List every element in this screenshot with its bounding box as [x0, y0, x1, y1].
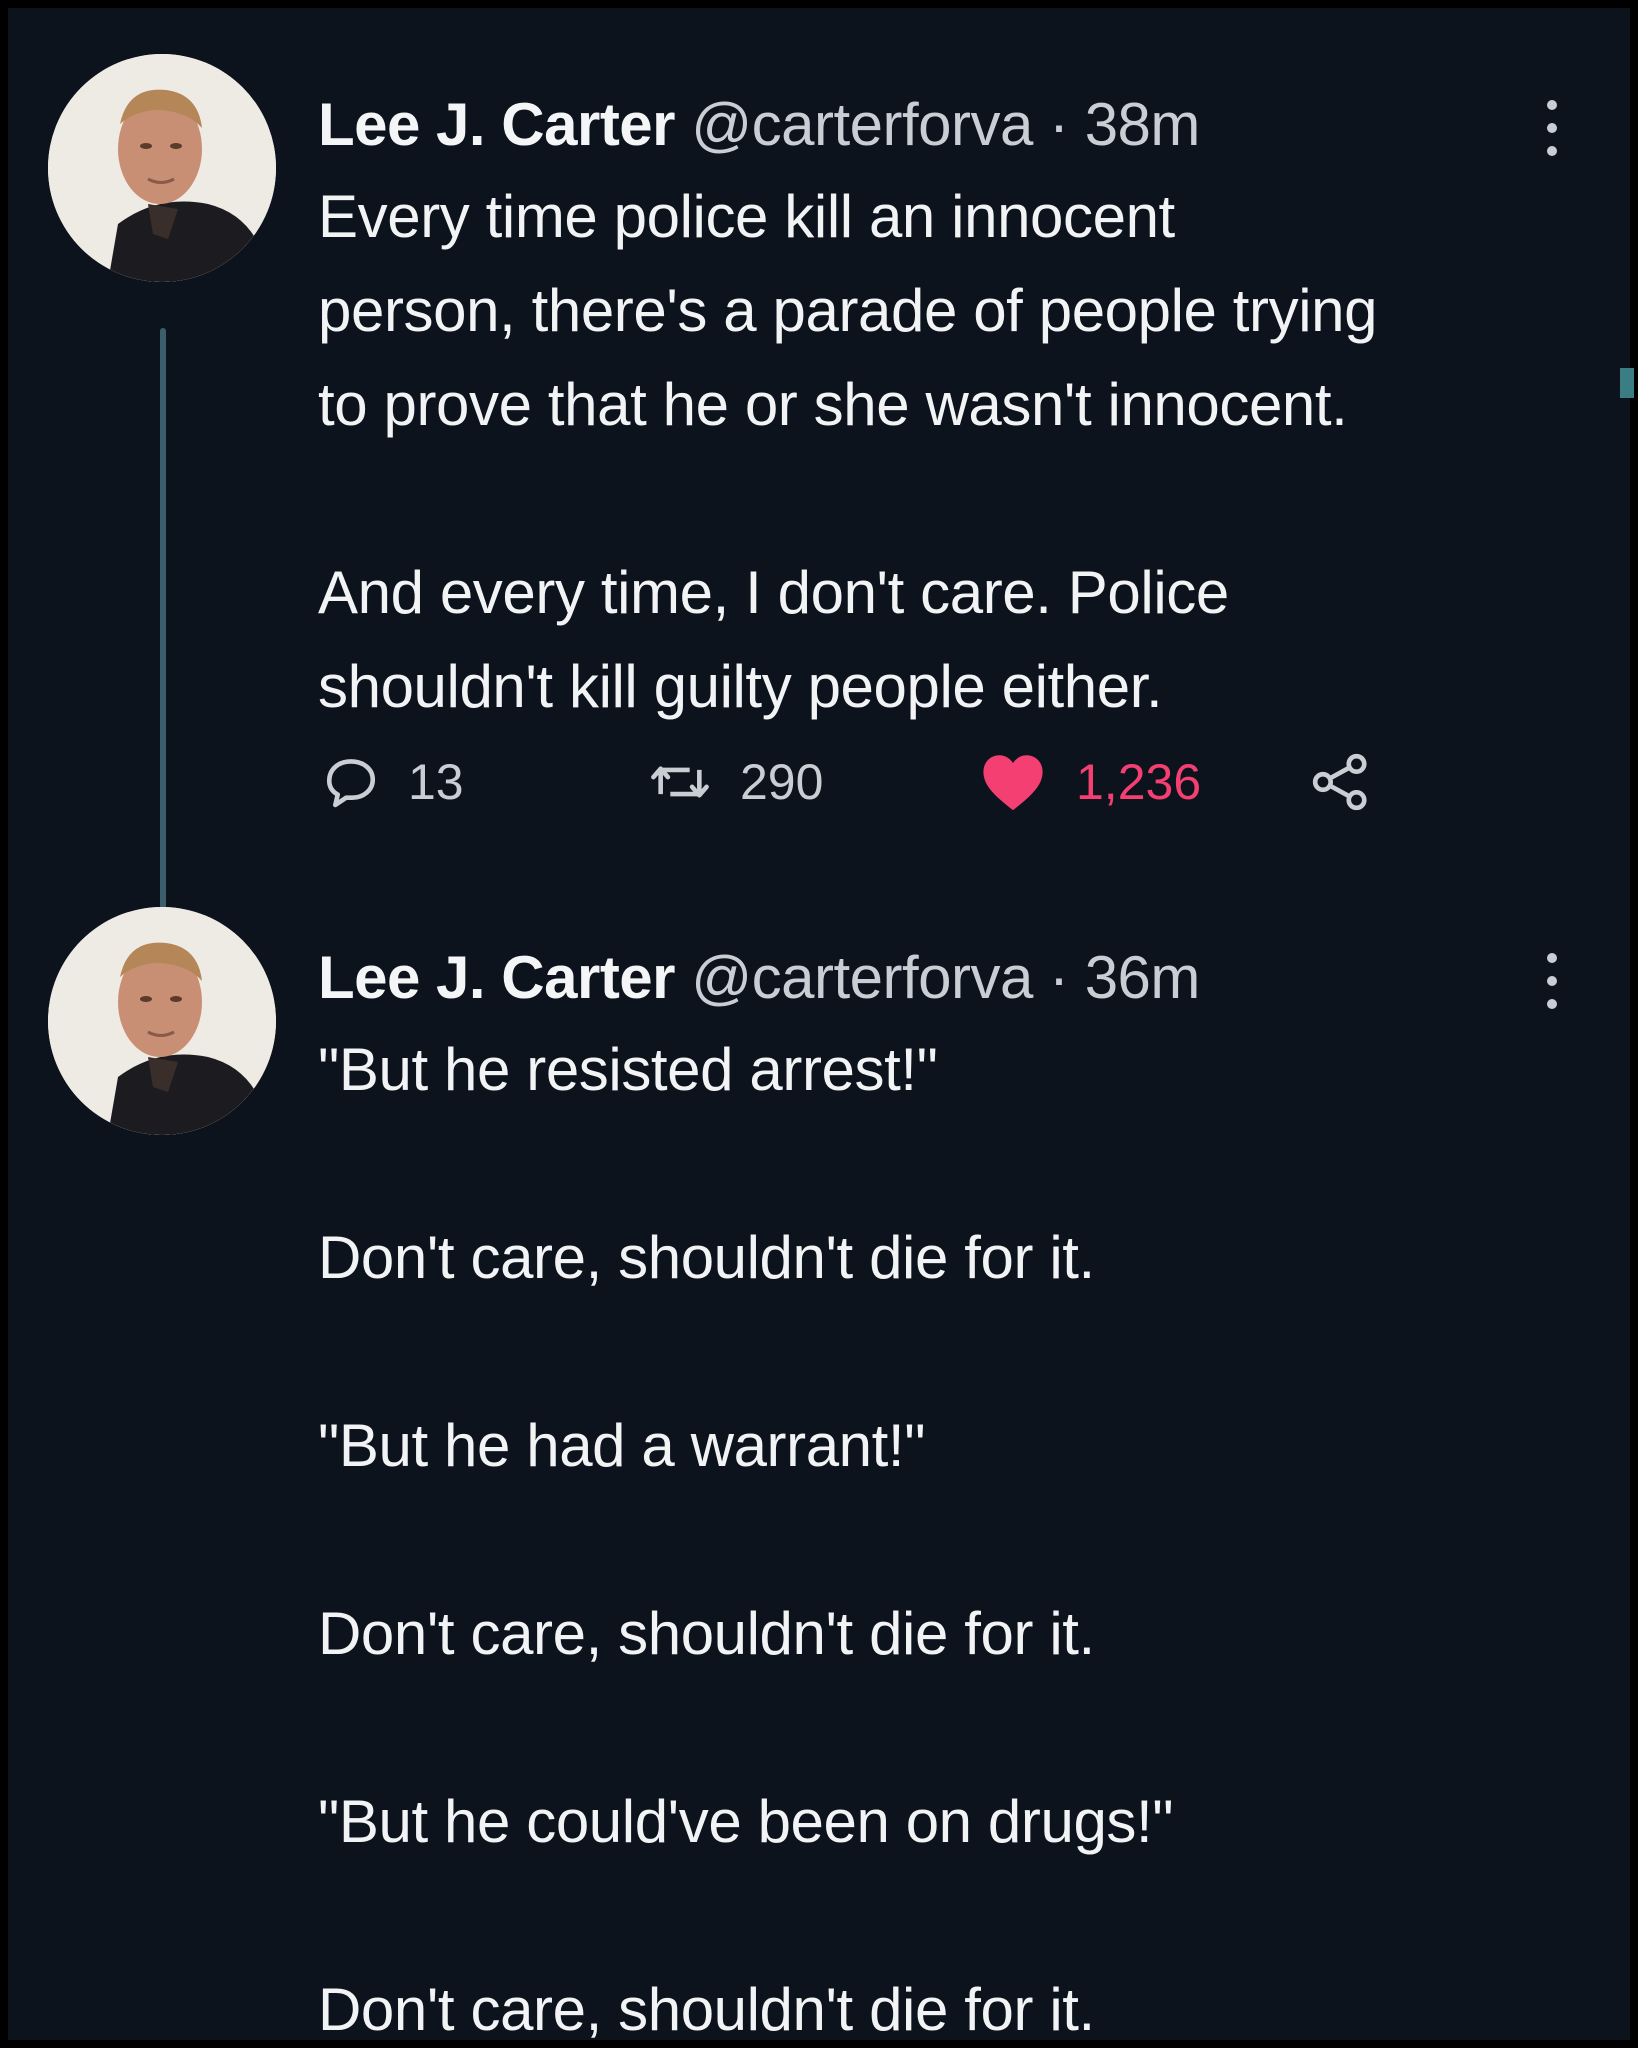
tweet-text-line: "But he resisted arrest!" [318, 1036, 938, 1103]
tweet-text: Every time police kill an innocent perso… [318, 170, 1618, 734]
tweet-header: Lee J. Carter @carterforva · 36m [318, 935, 1200, 1021]
tweet-text: "But he resisted arrest!" Don't care, sh… [318, 1023, 1618, 2048]
tweet-text-line: person, there's a parade of people tryin… [318, 277, 1378, 344]
avatar[interactable] [48, 907, 276, 1135]
tweet-text-line: Don't care, shouldn't die for it. [318, 1600, 1095, 1667]
display-name[interactable]: Lee J. Carter [318, 944, 676, 1011]
avatar[interactable] [48, 54, 276, 282]
tweet-text-line: Every time police kill an innocent [318, 183, 1175, 250]
avatar-portrait [48, 907, 276, 1135]
tweet-text-line: Don't care, shouldn't die for it. [318, 1976, 1095, 2043]
reply-icon [326, 759, 376, 808]
tweet-text-line: "But he had a warrant!" [318, 1412, 926, 1479]
tweet-text-line: And every time, I don't care. Police [318, 559, 1229, 626]
heart-icon [983, 755, 1043, 811]
avatar-portrait [48, 54, 276, 282]
tweet-text-line: Don't care, shouldn't die for it. [318, 1224, 1095, 1291]
tweet-text-line: shouldn't kill guilty people either. [318, 653, 1163, 720]
scroll-indicator [1620, 368, 1634, 398]
timestamp[interactable]: 36m [1085, 944, 1201, 1011]
tweet-text-line: to prove that he or she wasn't innocent. [318, 371, 1348, 438]
user-handle[interactable]: @carterforva [691, 944, 1033, 1011]
like-button[interactable]: 1,236 [978, 742, 1201, 822]
more-options-icon[interactable] [1540, 100, 1564, 156]
share-button[interactable] [1308, 742, 1374, 822]
like-count: 1,236 [1076, 754, 1202, 810]
separator-dot: · [1049, 91, 1069, 158]
separator-dot: · [1049, 944, 1069, 1011]
tweet-header: Lee J. Carter @carterforva · 38m [318, 82, 1200, 168]
tweet-actions: 13 290 1,236 [318, 742, 1418, 822]
display-name[interactable]: Lee J. Carter [318, 91, 676, 158]
share-icon [1312, 753, 1367, 811]
user-handle[interactable]: @carterforva [691, 91, 1033, 158]
retweet-icon [651, 766, 709, 798]
retweet-count: 290 [740, 754, 824, 810]
screenshot-frame: Lee J. Carter @carterforva · 38m Every t… [0, 0, 1638, 2048]
thread-connector-line [160, 328, 166, 933]
reply-button[interactable]: 13 [322, 742, 464, 822]
reply-count: 13 [408, 754, 464, 810]
retweet-button[interactable]: 290 [648, 742, 823, 822]
more-options-icon[interactable] [1540, 953, 1564, 1009]
tweet-text-line: "But he could've been on drugs!" [318, 1788, 1174, 1855]
timestamp[interactable]: 38m [1085, 91, 1201, 158]
